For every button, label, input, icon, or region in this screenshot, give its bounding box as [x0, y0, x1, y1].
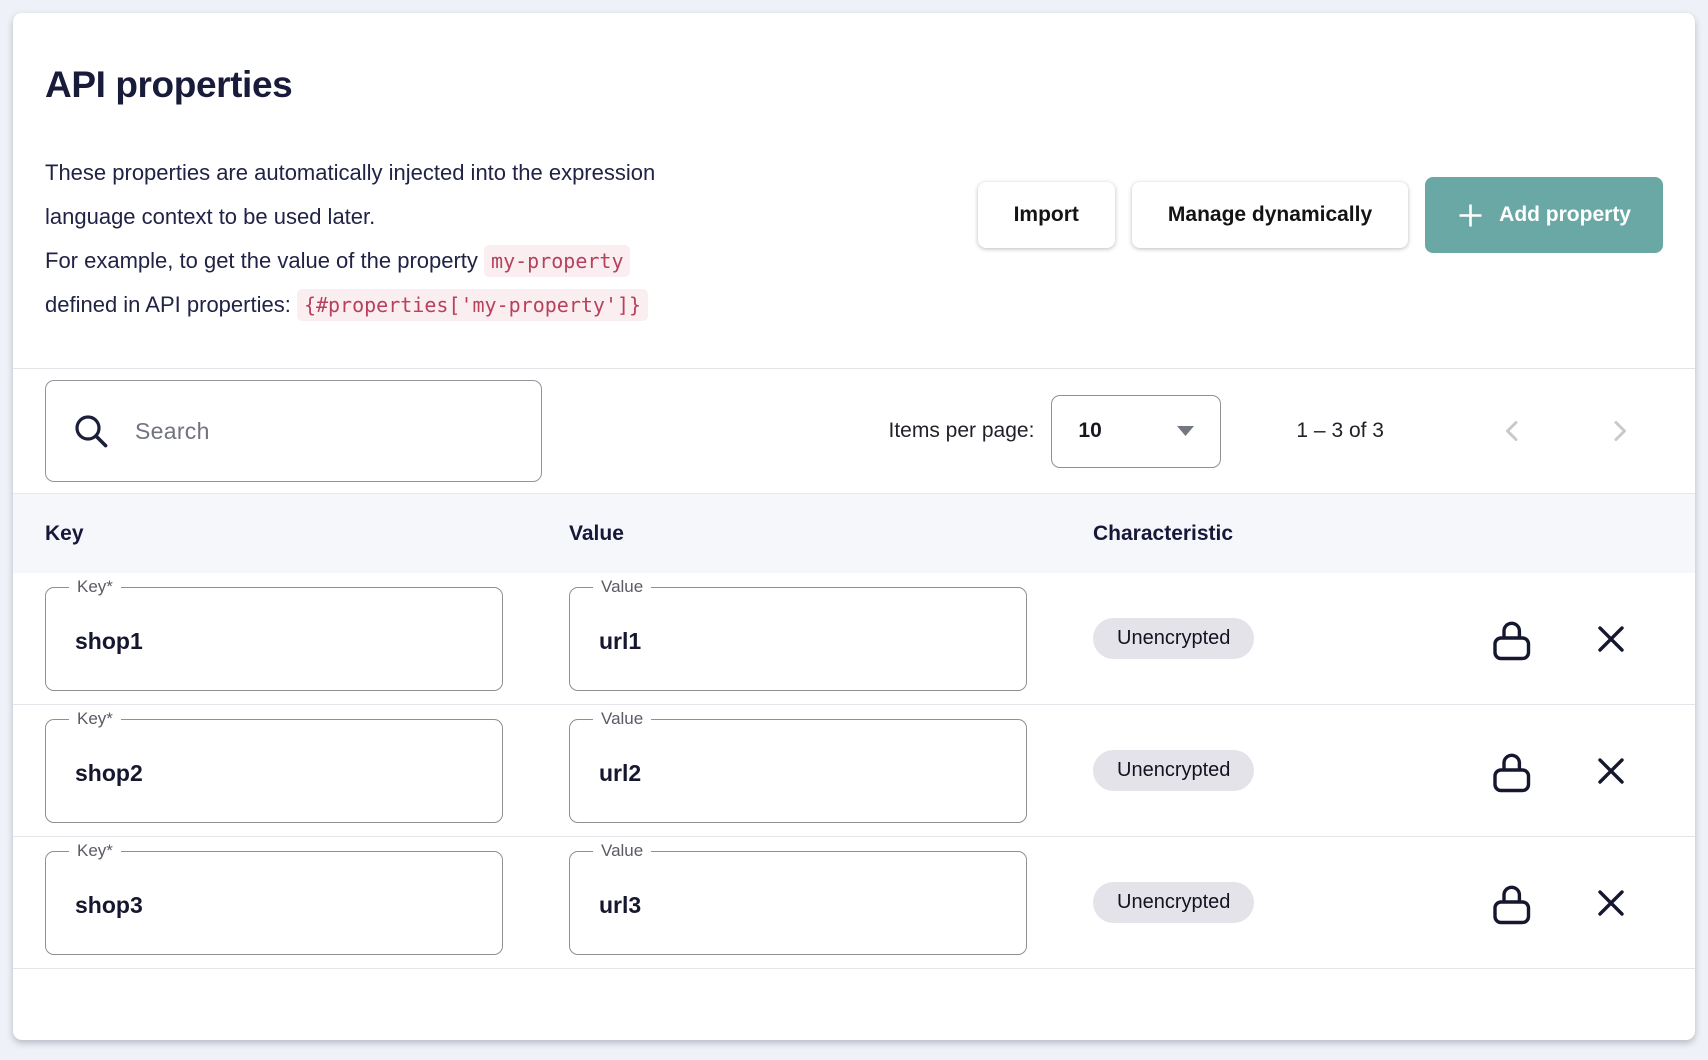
- search-icon: [72, 412, 110, 450]
- key-input[interactable]: [46, 588, 502, 690]
- value-field-label: Value: [593, 708, 651, 730]
- items-per-page-value: 10: [1078, 419, 1101, 443]
- page-title: API properties: [45, 59, 1663, 111]
- value-field[interactable]: Value: [569, 587, 1027, 691]
- table-row: Key* Value Unencrypted: [13, 837, 1695, 969]
- items-per-page-select[interactable]: 10: [1051, 395, 1221, 468]
- lock-icon: [1491, 880, 1532, 926]
- value-field-label: Value: [593, 840, 651, 862]
- characteristic-badge: Unencrypted: [1093, 882, 1254, 923]
- header-actions: Import Manage dynamically Add property: [978, 177, 1663, 253]
- table-header-row: Key Value Characteristic: [13, 493, 1695, 573]
- table-row: Key* Value Unencrypted: [13, 705, 1695, 837]
- value-field[interactable]: Value: [569, 851, 1027, 955]
- value-input[interactable]: [570, 720, 1026, 822]
- lock-icon: [1491, 748, 1532, 794]
- table-row: Key* Value Unencrypted: [13, 573, 1695, 705]
- key-field[interactable]: Key*: [45, 851, 503, 955]
- search-input[interactable]: [135, 418, 515, 445]
- description-text: These properties are automatically injec…: [45, 151, 677, 327]
- import-button-label: Import: [1014, 203, 1079, 227]
- key-field[interactable]: Key*: [45, 587, 503, 691]
- close-icon: [1594, 886, 1628, 920]
- remove-property-button[interactable]: [1585, 877, 1637, 929]
- items-per-page-label: Items per page:: [889, 419, 1035, 443]
- column-header-characteristic: Characteristic: [1093, 522, 1663, 546]
- key-field-label: Key*: [69, 840, 121, 862]
- remove-property-button[interactable]: [1585, 613, 1637, 665]
- value-field-label: Value: [593, 576, 651, 598]
- add-property-button-label: Add property: [1499, 203, 1631, 227]
- value-input[interactable]: [570, 588, 1026, 690]
- encrypt-button[interactable]: [1485, 877, 1537, 929]
- plus-icon: [1457, 202, 1484, 229]
- import-button[interactable]: Import: [978, 182, 1115, 248]
- paginator-range-label: 1 – 3 of 3: [1296, 419, 1384, 443]
- value-field[interactable]: Value: [569, 719, 1027, 823]
- column-header-value: Value: [569, 522, 1093, 546]
- description-example-pre: For example, to get the value of the pro…: [45, 248, 484, 273]
- key-field-label: Key*: [69, 576, 121, 598]
- value-input[interactable]: [570, 852, 1026, 954]
- chevron-left-icon: [1499, 417, 1527, 445]
- manage-dynamically-button[interactable]: Manage dynamically: [1132, 182, 1408, 248]
- search-box[interactable]: [45, 380, 542, 482]
- key-input[interactable]: [46, 852, 502, 954]
- description-example: For example, to get the value of the pro…: [45, 239, 677, 327]
- next-page-button[interactable]: [1595, 407, 1643, 455]
- close-icon: [1594, 754, 1628, 788]
- lock-icon: [1491, 616, 1532, 662]
- description-line: These properties are automatically injec…: [45, 151, 677, 239]
- key-field[interactable]: Key*: [45, 719, 503, 823]
- column-header-key: Key: [45, 522, 569, 546]
- inline-code-expression: {#properties['my-property']}: [297, 289, 648, 321]
- description-example-mid: defined in API properties:: [45, 292, 297, 317]
- encrypt-button[interactable]: [1485, 745, 1537, 797]
- close-icon: [1594, 622, 1628, 656]
- add-property-button[interactable]: Add property: [1425, 177, 1663, 253]
- inline-code-property: my-property: [484, 245, 630, 277]
- remove-property-button[interactable]: [1585, 745, 1637, 797]
- chevron-down-icon: [1177, 426, 1194, 436]
- card-header: API properties These properties are auto…: [13, 13, 1695, 327]
- characteristic-badge: Unencrypted: [1093, 750, 1254, 791]
- table-toolbar: Items per page: 10 1 – 3 of 3: [13, 369, 1695, 493]
- pager-buttons: [1489, 407, 1663, 455]
- key-field-label: Key*: [69, 708, 121, 730]
- key-input[interactable]: [46, 720, 502, 822]
- encrypt-button[interactable]: [1485, 613, 1537, 665]
- prev-page-button[interactable]: [1489, 407, 1537, 455]
- paginator: Items per page: 10 1 – 3 of 3: [889, 395, 1664, 468]
- api-properties-card: API properties These properties are auto…: [13, 13, 1695, 1040]
- characteristic-badge: Unencrypted: [1093, 618, 1254, 659]
- chevron-right-icon: [1605, 417, 1633, 445]
- manage-dynamically-button-label: Manage dynamically: [1168, 203, 1372, 227]
